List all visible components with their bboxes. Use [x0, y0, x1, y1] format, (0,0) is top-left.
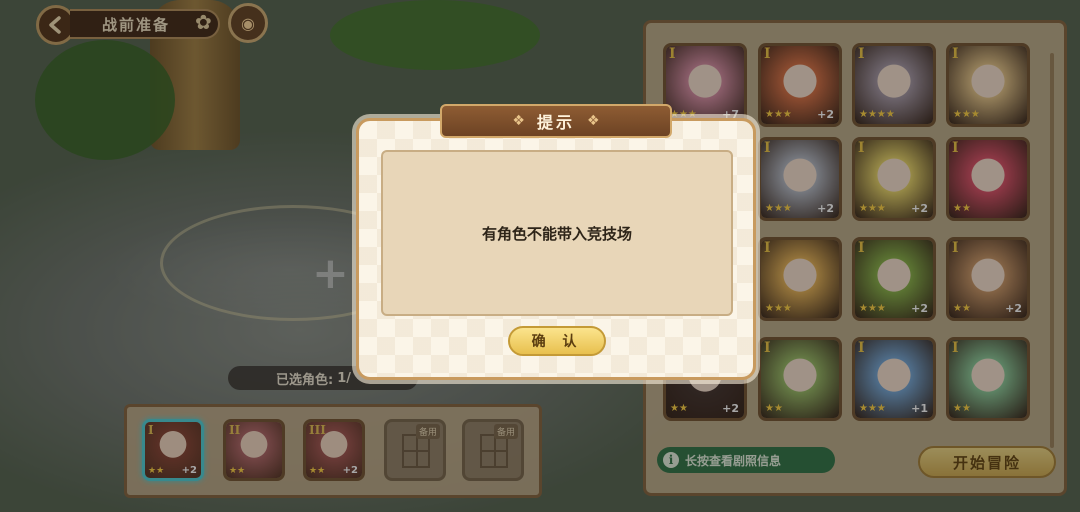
- dialog-message-box: 有角色不能带入竞技场: [381, 150, 733, 316]
- dialog-header: ❖ 提示 ❖: [440, 104, 672, 138]
- ornament-icon: ❖: [512, 113, 525, 129]
- dialog-title: 提示: [536, 113, 575, 132]
- confirm-button[interactable]: 确 认: [508, 326, 606, 356]
- dialog-message: 有角色不能带入竞技场: [481, 224, 632, 243]
- ornament-icon: ❖: [587, 113, 600, 129]
